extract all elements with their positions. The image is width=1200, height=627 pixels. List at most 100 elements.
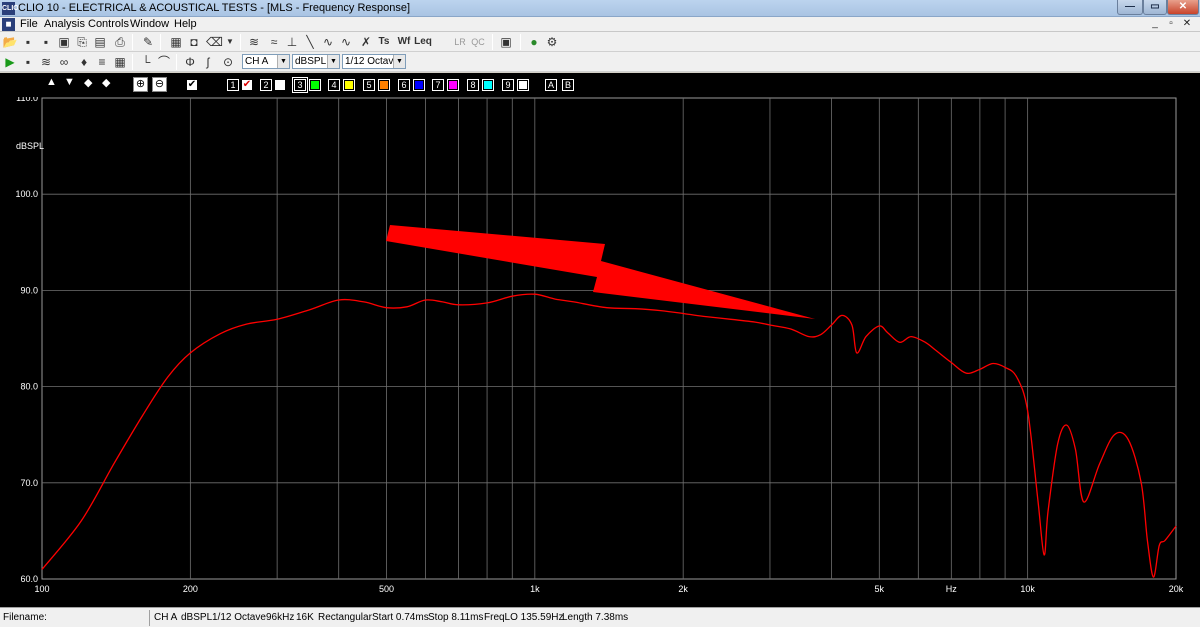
overlay-9-number[interactable]: 9 [502, 79, 514, 91]
status-fftsize: 16K [296, 612, 314, 623]
step-icon[interactable]: ╲ [302, 34, 318, 50]
overlay-b-button[interactable]: B [562, 79, 574, 91]
status-window: Rectangular [318, 612, 372, 623]
overlay-4-color[interactable] [343, 79, 355, 91]
overlay-2-number[interactable]: 2 [260, 79, 272, 91]
measurement-toolbar: ▶ ▪ ≋ ∞ ♦ ≡ ▦ └ ⌒ Φ ʃ ⊙ CH A ▼ dBSPL ▼ 1/1… [0, 52, 1200, 72]
y-tick-label: 70.0 [20, 478, 38, 488]
open-icon[interactable]: 📂 [2, 34, 18, 50]
smoothing-select[interactable]: 1/12 Octave ▼ [342, 54, 406, 69]
notes-icon[interactable]: ✎ [140, 34, 156, 50]
help-icon[interactable]: ● [526, 34, 542, 50]
leq-icon[interactable]: Leq [414, 34, 432, 50]
fft-icon[interactable]: ∿ [338, 34, 354, 50]
print-icon[interactable]: ⎙ [112, 34, 128, 50]
toolbar-separator [240, 34, 241, 50]
x-tick-label: 100 [34, 584, 49, 594]
overlay-3-number[interactable]: 3 [292, 77, 308, 93]
status-freqlo: FreqLO 135.59Hz [484, 612, 564, 623]
zoom-out-icon[interactable]: ⊖ [152, 77, 167, 92]
overlay-3-color[interactable] [309, 79, 321, 91]
channel-select[interactable]: CH A ▼ [242, 54, 290, 69]
overlay-1-number[interactable]: 1 [227, 79, 239, 91]
app-icon: CLIO [2, 2, 19, 15]
mdi-minimize-icon[interactable]: _ [1148, 18, 1162, 30]
mdi-close-icon[interactable]: ✕ [1180, 18, 1194, 30]
overlay-7-number[interactable]: 7 [432, 79, 444, 91]
zoom-in-icon[interactable]: ⊕ [133, 77, 148, 92]
copy-icon[interactable]: ⎘ [74, 34, 90, 50]
overlay-9-color[interactable] [517, 79, 529, 91]
sine-icon[interactable]: ∿ [320, 34, 336, 50]
y-tick-label: 90.0 [20, 285, 38, 295]
menu-window[interactable]: Window [130, 18, 169, 30]
red-arrow-annotation [386, 225, 815, 319]
save-icon[interactable]: ▪ [20, 34, 36, 50]
unit-select[interactable]: dBSPL ▼ [292, 54, 340, 69]
overlay-8-number[interactable]: 8 [467, 79, 479, 91]
overlay-6-color[interactable] [413, 79, 425, 91]
wf-icon[interactable]: Wf [396, 34, 412, 50]
export-icon[interactable]: ▣ [56, 34, 72, 50]
monitor-icon[interactable]: ▣ [498, 34, 514, 50]
maximize-button[interactable]: ▭ [1143, 0, 1167, 15]
impulse-icon[interactable]: ⊥ [284, 34, 300, 50]
smooth-icon[interactable]: ⌒ [156, 54, 172, 70]
status-unit: dBSPL [181, 612, 213, 623]
overlay-1-checkbox[interactable]: ✔ [241, 79, 253, 91]
eraser-icon[interactable]: ⌫ [206, 34, 223, 50]
document-system-icon[interactable]: ◼ [2, 18, 15, 31]
save-as-icon[interactable]: ▪ [38, 34, 54, 50]
overlay-a-button[interactable]: A [545, 79, 557, 91]
play-icon[interactable]: ▶ [2, 54, 18, 70]
compress-arrow-icon[interactable]: ◆ [102, 76, 110, 89]
overlay-5-color[interactable] [378, 79, 390, 91]
expand-arrow-icon[interactable]: ◆ [84, 76, 92, 89]
x-tick-label: 5k [875, 584, 885, 594]
phase-icon[interactable]: Φ [182, 54, 198, 70]
clipboard-icon[interactable]: ▤ [92, 34, 108, 50]
window-title: CLIO 10 - ELECTRICAL & ACOUSTICAL TESTS … [18, 2, 411, 14]
camera-icon[interactable]: ◘ [186, 34, 202, 50]
menu-help[interactable]: Help [174, 18, 197, 30]
overlay-4-number[interactable]: 4 [328, 79, 340, 91]
ts-icon[interactable]: Ts [376, 34, 392, 50]
multimeter-icon[interactable]: ≈ [266, 34, 282, 50]
overlay-2-checkbox[interactable] [274, 79, 286, 91]
dropdown-icon[interactable]: ▼ [222, 34, 238, 50]
menu-analysis[interactable]: Analysis [44, 18, 85, 30]
scale-up-arrow-icon[interactable]: ▲ [46, 76, 57, 88]
close-button[interactable]: ✕ [1167, 0, 1199, 15]
loop-icon[interactable]: ∞ [56, 54, 72, 70]
menu-file[interactable]: File [20, 18, 38, 30]
sinusoidal-icon[interactable]: ≋ [246, 34, 262, 50]
title-bar: CLIO CLIO 10 - ELECTRICAL & ACOUSTICAL T… [0, 0, 1200, 17]
group-delay-icon[interactable]: ʃ [200, 54, 216, 70]
overlay-7-color[interactable] [447, 79, 459, 91]
window-icon[interactable]: ▦ [112, 54, 128, 70]
setup-icon[interactable]: ▦ [168, 34, 184, 50]
x-tick-label: 2k [678, 584, 688, 594]
overlay-5-number[interactable]: 5 [363, 79, 375, 91]
settings-icon[interactable]: ⚙ [544, 34, 560, 50]
frequency-response-plot[interactable]: 110.0 100.0 90.0 80.0 70.0 60.0 100 200 500 1k 2k… [0, 97, 1200, 607]
main-curve-checkbox[interactable]: ✔ [186, 79, 198, 91]
overlay-8-color[interactable] [482, 79, 494, 91]
filename-label: Filename: [3, 612, 47, 623]
menu-controls[interactable]: Controls [88, 18, 129, 30]
mdi-restore-icon[interactable]: ▫ [1164, 18, 1178, 30]
mic-icon[interactable]: ♦ [76, 54, 92, 70]
overlay-6-number[interactable]: 6 [398, 79, 410, 91]
qc-icon: QC [471, 37, 485, 47]
spectrum-icon[interactable]: ≡ [94, 54, 110, 70]
impulse-icon[interactable]: └ [138, 54, 154, 70]
thd-icon[interactable]: ✗ [358, 34, 374, 50]
y-tick-label: 80.0 [20, 382, 38, 392]
chevron-down-icon: ▼ [393, 55, 405, 68]
scale-down-arrow-icon[interactable]: ▼ [64, 76, 75, 88]
zoom-icon[interactable]: ⊙ [220, 54, 236, 70]
chart-control-bar: ▲ ▼ ◆ ◆ ⊕ ⊖ ✔ 1 ✔ 2 3 4 5 6 7 8 9 A B [0, 73, 1200, 97]
minimize-button[interactable]: — [1117, 0, 1143, 15]
generator-icon[interactable]: ≋ [38, 54, 54, 70]
disk-icon[interactable]: ▪ [20, 54, 36, 70]
